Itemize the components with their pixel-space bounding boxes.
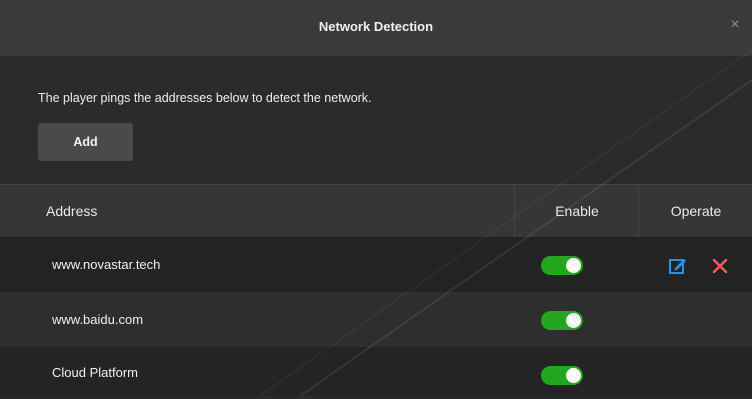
address-table: Address Enable Operate www.novastar.tech… <box>0 184 752 396</box>
enable-toggle[interactable] <box>541 256 583 275</box>
address-cell: www.baidu.com <box>52 312 144 327</box>
table-row: Cloud Platform <box>0 347 752 396</box>
column-header-address: Address <box>46 203 98 219</box>
address-cell: www.novastar.tech <box>52 257 161 272</box>
table-header: Address Enable Operate <box>0 184 752 237</box>
dialog-titlebar: Network Detection × <box>0 0 752 56</box>
enable-toggle[interactable] <box>541 366 583 385</box>
description-text: The player pings the addresses below to … <box>38 91 372 105</box>
add-button[interactable]: Add <box>38 123 133 161</box>
table-row: www.novastar.tech <box>0 237 752 292</box>
address-cell: Cloud Platform <box>52 365 138 380</box>
table-row: www.baidu.com <box>0 292 752 347</box>
delete-icon[interactable] <box>710 256 730 276</box>
close-icon[interactable]: × <box>727 15 743 35</box>
enable-toggle[interactable] <box>541 311 583 330</box>
column-header-enable: Enable <box>514 185 639 237</box>
toggle-knob <box>566 368 581 383</box>
toggle-knob <box>566 313 581 328</box>
dialog-title: Network Detection <box>318 19 434 34</box>
column-header-operate: Operate <box>638 185 752 237</box>
edit-icon[interactable] <box>668 256 688 276</box>
toggle-knob <box>566 258 581 273</box>
